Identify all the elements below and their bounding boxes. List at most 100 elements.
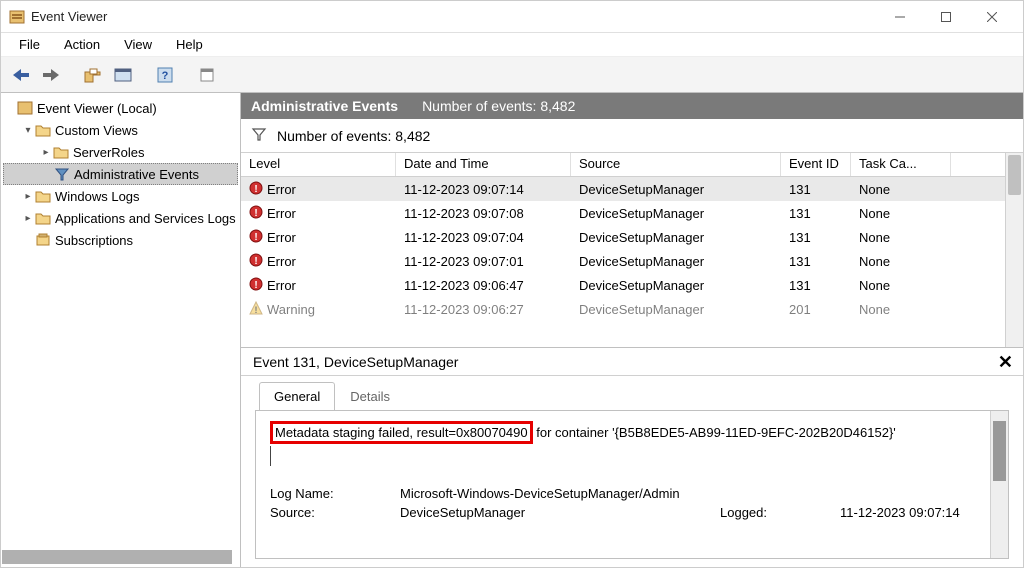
source-label: Source: bbox=[270, 505, 400, 520]
table-row[interactable]: !Error 11-12-2023 09:07:14 DeviceSetupMa… bbox=[241, 177, 1005, 201]
col-source[interactable]: Source bbox=[571, 153, 781, 176]
event-message-suffix: for container '{B5B8EDE5-AB99-11ED-9EFC-… bbox=[533, 425, 896, 440]
grid-scrollbar[interactable] bbox=[1005, 153, 1023, 347]
tree-windows-logs-label: Windows Logs bbox=[55, 189, 140, 204]
grid-body: !Error 11-12-2023 09:07:14 DeviceSetupMa… bbox=[241, 177, 1005, 321]
tab-details[interactable]: Details bbox=[335, 382, 405, 410]
expand-icon[interactable]: ▸ bbox=[39, 147, 53, 158]
svg-text:!: ! bbox=[254, 256, 257, 267]
tree-server-roles[interactable]: ▸ ServerRoles bbox=[3, 141, 238, 163]
col-date[interactable]: Date and Time bbox=[396, 153, 571, 176]
menu-view[interactable]: View bbox=[114, 35, 162, 54]
scroll-thumb[interactable] bbox=[1008, 155, 1021, 195]
tree-admin-events[interactable]: Administrative Events bbox=[3, 163, 238, 185]
collapse-icon[interactable]: ▾ bbox=[21, 125, 35, 136]
tree-custom-views[interactable]: ▾ Custom Views bbox=[3, 119, 238, 141]
tree-subscriptions-label: Subscriptions bbox=[55, 233, 133, 248]
folder-icon bbox=[35, 122, 51, 138]
tree-windows-logs[interactable]: ▸ Windows Logs bbox=[3, 185, 238, 207]
logged-label: Logged: bbox=[720, 505, 840, 520]
svg-text:!: ! bbox=[255, 305, 258, 315]
content-pane: Administrative Events Number of events: … bbox=[241, 93, 1023, 567]
details-scrollbar[interactable] bbox=[990, 411, 1008, 558]
event-grid-wrap: Level Date and Time Source Event ID Task… bbox=[241, 153, 1023, 347]
filter-count: Number of events: 8,482 bbox=[277, 128, 430, 144]
expand-icon[interactable]: ▸ bbox=[21, 191, 35, 202]
menubar: File Action View Help bbox=[1, 33, 1023, 57]
event-grid: Level Date and Time Source Event ID Task… bbox=[241, 153, 1005, 347]
error-icon: ! bbox=[249, 205, 263, 222]
grid-header: Level Date and Time Source Event ID Task… bbox=[241, 153, 1005, 177]
app-icon bbox=[9, 9, 25, 25]
tree-subscriptions[interactable]: Subscriptions bbox=[3, 229, 238, 251]
table-row[interactable]: !Error 11-12-2023 09:07:08 DeviceSetupMa… bbox=[241, 201, 1005, 225]
main-area: Event Viewer (Local) ▾ Custom Views ▸ Se… bbox=[1, 93, 1023, 567]
tree-server-roles-label: ServerRoles bbox=[73, 145, 145, 160]
col-task[interactable]: Task Ca... bbox=[851, 153, 951, 176]
table-row[interactable]: !Error 11-12-2023 09:07:04 DeviceSetupMa… bbox=[241, 225, 1005, 249]
export-button[interactable] bbox=[193, 61, 221, 89]
menu-file[interactable]: File bbox=[9, 35, 50, 54]
svg-text:!: ! bbox=[254, 232, 257, 243]
minimize-button[interactable] bbox=[877, 1, 923, 33]
details-head: Event 131, DeviceSetupManager ✕ bbox=[241, 348, 1023, 376]
error-icon: ! bbox=[249, 229, 263, 246]
content-header: Administrative Events Number of events: … bbox=[241, 93, 1023, 119]
show-hide-tree-button[interactable] bbox=[79, 61, 107, 89]
filter-icon[interactable] bbox=[251, 126, 267, 145]
window-title: Event Viewer bbox=[31, 9, 877, 24]
warning-icon: ! bbox=[249, 301, 263, 318]
expand-icon[interactable]: ▸ bbox=[21, 213, 35, 224]
table-row[interactable]: !Error 11-12-2023 09:07:01 DeviceSetupMa… bbox=[241, 249, 1005, 273]
log-name-value: Microsoft-Windows-DeviceSetupManager/Adm… bbox=[400, 486, 990, 501]
col-level[interactable]: Level bbox=[241, 153, 396, 176]
event-properties: Log Name: Microsoft-Windows-DeviceSetupM… bbox=[270, 486, 976, 520]
tree-custom-views-label: Custom Views bbox=[55, 123, 138, 138]
tree-app-services-logs[interactable]: ▸ Applications and Services Logs bbox=[3, 207, 238, 229]
logged-value: 11-12-2023 09:07:14 bbox=[840, 505, 990, 520]
svg-text:!: ! bbox=[254, 280, 257, 291]
tree-app-services-logs-label: Applications and Services Logs bbox=[55, 211, 236, 226]
source-value: DeviceSetupManager bbox=[400, 505, 720, 520]
tree-admin-events-label: Administrative Events bbox=[74, 167, 199, 182]
content-header-title: Administrative Events bbox=[251, 98, 398, 114]
close-button[interactable] bbox=[969, 1, 1015, 33]
folder-icon bbox=[35, 188, 51, 204]
event-message-highlight: Metadata staging failed, result=0x800704… bbox=[270, 421, 533, 444]
error-icon: ! bbox=[249, 253, 263, 270]
details-title: Event 131, DeviceSetupManager bbox=[253, 354, 458, 370]
content-header-count: Number of events: 8,482 bbox=[422, 98, 575, 114]
statusbar bbox=[2, 550, 232, 564]
scroll-thumb[interactable] bbox=[993, 421, 1006, 481]
menu-action[interactable]: Action bbox=[54, 35, 110, 54]
subscriptions-icon bbox=[35, 232, 51, 248]
details-close-button[interactable]: ✕ bbox=[998, 352, 1013, 373]
tree-root-label: Event Viewer (Local) bbox=[37, 101, 157, 116]
table-row[interactable]: !Warning 11-12-2023 09:06:27 DeviceSetup… bbox=[241, 297, 1005, 321]
error-icon: ! bbox=[249, 277, 263, 294]
log-name-label: Log Name: bbox=[270, 486, 400, 501]
tree-root[interactable]: Event Viewer (Local) bbox=[3, 97, 238, 119]
menu-help[interactable]: Help bbox=[166, 35, 213, 54]
event-message-area: Metadata staging failed, result=0x800704… bbox=[256, 411, 990, 558]
svg-text:!: ! bbox=[254, 208, 257, 219]
svg-text:!: ! bbox=[254, 184, 257, 195]
toolbar: ? bbox=[1, 57, 1023, 93]
filter-icon bbox=[54, 166, 70, 182]
svg-text:?: ? bbox=[162, 70, 169, 82]
maximize-button[interactable] bbox=[923, 1, 969, 33]
tree-pane: Event Viewer (Local) ▾ Custom Views ▸ Se… bbox=[1, 93, 241, 567]
forward-button[interactable] bbox=[37, 61, 65, 89]
error-icon: ! bbox=[249, 181, 263, 198]
filter-bar: Number of events: 8,482 bbox=[241, 119, 1023, 153]
details-tabs: General Details bbox=[241, 376, 1023, 410]
properties-button[interactable] bbox=[109, 61, 137, 89]
event-viewer-icon bbox=[17, 100, 33, 116]
folder-icon bbox=[53, 144, 69, 160]
col-eventid[interactable]: Event ID bbox=[781, 153, 851, 176]
help-button[interactable]: ? bbox=[151, 61, 179, 89]
tab-general[interactable]: General bbox=[259, 382, 335, 410]
back-button[interactable] bbox=[7, 61, 35, 89]
table-row[interactable]: !Error 11-12-2023 09:06:47 DeviceSetupMa… bbox=[241, 273, 1005, 297]
folder-icon bbox=[35, 210, 51, 226]
